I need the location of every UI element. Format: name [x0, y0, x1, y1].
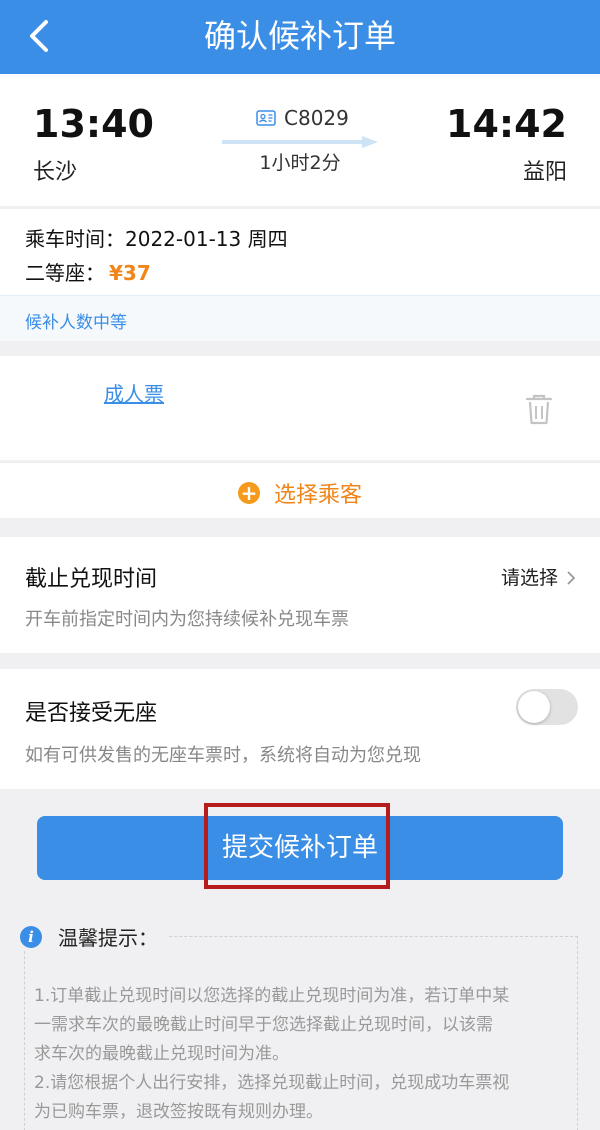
tips-title: 温馨提示： [58, 926, 158, 950]
tips-header: i 温馨提示： [20, 922, 168, 951]
waitlist-status: 候补人数中等 [25, 313, 127, 333]
no-seat-title: 是否接受无座 [25, 701, 158, 726]
deadline-select[interactable]: 请选择 [501, 563, 576, 590]
no-seat-card: 是否接受无座 如有可供发售的无座车票时，系统将自动为您兑现 [0, 669, 600, 789]
tips-line: 求车次的最晚截止兑现时间为准。 [34, 1044, 289, 1064]
date-label: 乘车时间： [25, 227, 125, 251]
no-seat-toggle[interactable] [516, 689, 578, 725]
toggle-knob [518, 691, 550, 723]
header-bar: 确认候补订单 [0, 0, 600, 74]
waitlist-status-bar: 候补人数中等 [0, 295, 600, 341]
deadline-description: 开车前指定时间内为您持续候补兑现车票 [25, 609, 349, 630]
page-title: 确认候补订单 [203, 17, 396, 55]
trip-info-card: 乘车时间：2022-01-13 周四 二等座： ¥37 候补人数中等 [0, 209, 600, 341]
no-seat-description: 如有可供发售的无座车票时，系统将自动为您兑现 [25, 745, 421, 766]
tips-line: 1.订单截止兑现时间以您选择的截止兑现时间为准，若订单中某 [34, 986, 510, 1006]
date-value: 2022-01-13 周四 [125, 227, 288, 251]
id-card-icon [256, 110, 276, 126]
select-passenger-row: + 选择乘客 [0, 462, 600, 518]
info-icon: i [20, 925, 42, 948]
departure-time: 13:40 [33, 102, 154, 146]
tips-content: 1.订单截止兑现时间以您选择的截止兑现时间为准，若订单中某 一需求车次的最晚截止… [34, 982, 574, 1127]
tips-line: 2.请您根据个人出行安排，选择兑现截止时间，兑现成功车票视 [34, 1073, 510, 1093]
train-info-card: 13:40 长沙 C8029 1小时2分 14:42 益阳 [0, 74, 600, 206]
direction-arrow-icon [222, 136, 378, 148]
select-passenger-label: 选择乘客 [273, 483, 362, 508]
train-number-group: C8029 [256, 104, 349, 132]
deadline-card: 截止兑现时间 请选择 开车前指定时间内为您持续候补兑现车票 [0, 537, 600, 653]
travel-duration: 1小时2分 [259, 152, 341, 174]
arrival-time: 14:42 [446, 102, 567, 146]
deadline-select-label: 请选择 [500, 567, 558, 589]
seat-row: 二等座： ¥37 [25, 257, 151, 286]
arrival-station: 益阳 [522, 160, 567, 185]
select-passenger-button[interactable]: + 选择乘客 [0, 477, 600, 509]
seat-label: 二等座： [25, 261, 105, 285]
chevron-right-icon [567, 571, 576, 585]
ticket-type-link[interactable]: 成人票 [104, 378, 164, 407]
submit-order-button[interactable]: 提交候补订单 [37, 816, 563, 880]
date-row: 乘车时间：2022-01-13 周四 [25, 223, 288, 252]
seat-price: ¥37 [109, 261, 151, 285]
train-number: C8029 [284, 106, 349, 130]
tips-line: 一需求车次的最晚截止时间早于您选择截止兑现时间，以该需 [34, 1015, 493, 1035]
passenger-card: 成人票 [0, 356, 600, 460]
plus-icon: + [237, 482, 260, 504]
trash-icon[interactable] [524, 392, 554, 426]
deadline-title: 截止兑现时间 [25, 567, 158, 592]
tips-line: 为已购车票，退改签按既有规则办理。 [34, 1102, 323, 1122]
